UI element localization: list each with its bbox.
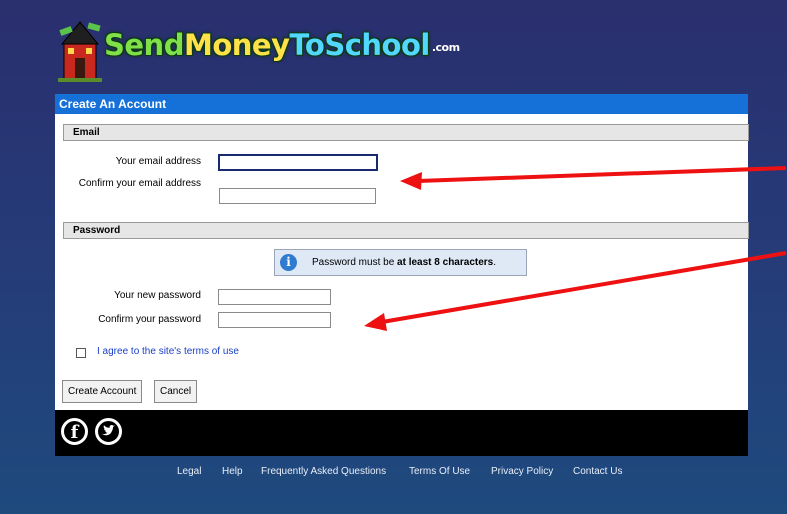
- facebook-icon[interactable]: f: [61, 418, 88, 445]
- terms-of-use-link[interactable]: I agree to the site's terms of use: [97, 346, 239, 357]
- confirm-email-label: Confirm your email address: [78, 178, 201, 189]
- twitter-bird-glyph: [102, 425, 115, 436]
- site-logo[interactable]: SendMoneyToSchool .com: [58, 18, 460, 84]
- email-input[interactable]: [218, 154, 378, 171]
- school-building-icon: [58, 21, 102, 82]
- logo-part-money: Money: [183, 28, 290, 62]
- create-account-button[interactable]: Create Account: [62, 380, 143, 403]
- email-label: Your email address: [115, 156, 201, 167]
- logo-part-toschool: ToSchool: [289, 28, 430, 62]
- footer-links: Legal Help Frequently Asked Questions Te…: [0, 466, 787, 482]
- footer-link-faq[interactable]: Frequently Asked Questions: [261, 466, 386, 477]
- info-text-prefix: Password must be: [312, 257, 398, 268]
- info-text-bold: at least 8 characters: [397, 257, 494, 268]
- new-password-input[interactable]: [218, 289, 331, 305]
- logo-part-send: Send: [104, 28, 184, 62]
- info-text-suffix: .: [493, 257, 496, 268]
- email-section-header: Email: [63, 124, 749, 141]
- confirm-password-label: Confirm your password: [98, 314, 201, 325]
- logo-wordmark: SendMoneyToSchool .com: [104, 28, 460, 62]
- new-password-label: Your new password: [114, 290, 201, 301]
- footer-link-privacy[interactable]: Privacy Policy: [491, 466, 553, 477]
- logo-suffix: .com: [431, 40, 460, 54]
- social-footer: f: [55, 410, 748, 456]
- password-info-text: Password must be at least 8 characters.: [312, 250, 496, 275]
- password-info-notice: i Password must be at least 8 characters…: [274, 249, 527, 276]
- panel-title: Create An Account: [55, 94, 748, 114]
- info-icon: i: [280, 254, 297, 271]
- create-account-panel: Create An Account Email Your email addre…: [55, 94, 749, 410]
- footer-link-contact[interactable]: Contact Us: [573, 466, 622, 477]
- footer-link-terms[interactable]: Terms Of Use: [409, 466, 470, 477]
- confirm-email-input[interactable]: [219, 188, 376, 204]
- terms-checkbox[interactable]: [76, 348, 86, 358]
- footer-link-help[interactable]: Help: [222, 466, 243, 477]
- footer-link-legal[interactable]: Legal: [177, 466, 201, 477]
- cancel-button[interactable]: Cancel: [154, 380, 198, 403]
- confirm-password-input[interactable]: [218, 312, 331, 328]
- twitter-icon[interactable]: [95, 418, 122, 445]
- password-section-header: Password: [63, 222, 749, 239]
